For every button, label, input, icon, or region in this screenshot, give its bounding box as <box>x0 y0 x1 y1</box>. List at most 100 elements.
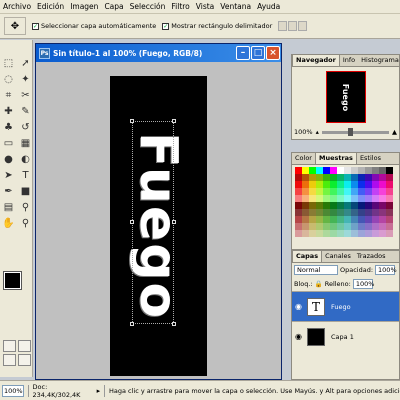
color-swatch[interactable] <box>351 209 358 216</box>
color-swatch[interactable] <box>323 223 330 230</box>
color-swatch[interactable] <box>365 216 372 223</box>
color-swatch[interactable] <box>358 188 365 195</box>
brush-tool-icon[interactable]: ✎ <box>18 104 33 119</box>
color-swatch[interactable] <box>344 167 351 174</box>
dodge-tool-icon[interactable]: ◐ <box>18 152 33 167</box>
color-swatch[interactable] <box>309 209 316 216</box>
color-swatch[interactable] <box>295 188 302 195</box>
color-swatch[interactable] <box>316 230 323 237</box>
color-swatch[interactable] <box>323 230 330 237</box>
color-swatch[interactable] <box>316 181 323 188</box>
color-swatch[interactable] <box>379 223 386 230</box>
auto-select-option[interactable]: ✓ Seleccionar capa automáticamente <box>32 22 156 30</box>
layer-row-capa-1[interactable]: ◉ Capa 1 <box>292 321 399 351</box>
tab-estilos[interactable]: Estilos <box>357 153 384 164</box>
align-top-icon[interactable] <box>278 21 288 31</box>
color-swatch[interactable] <box>302 216 309 223</box>
color-swatch[interactable] <box>330 195 337 202</box>
color-swatch[interactable] <box>330 202 337 209</box>
color-swatch[interactable] <box>302 209 309 216</box>
navigator-zoom-value[interactable]: 100% <box>294 128 313 136</box>
color-swatch[interactable] <box>351 202 358 209</box>
color-swatch[interactable] <box>316 174 323 181</box>
tab-color[interactable]: Color <box>292 153 315 164</box>
color-swatch[interactable] <box>295 174 302 181</box>
color-swatch[interactable] <box>372 174 379 181</box>
color-swatch[interactable] <box>302 188 309 195</box>
color-swatch[interactable] <box>309 202 316 209</box>
eye-icon[interactable]: ◉ <box>292 330 305 343</box>
color-swatch[interactable] <box>351 174 358 181</box>
move-tool-icon[interactable]: ➚ <box>18 56 33 71</box>
color-swatch[interactable] <box>372 195 379 202</box>
color-swatch[interactable] <box>386 181 393 188</box>
color-swatch[interactable] <box>302 167 309 174</box>
color-swatch[interactable] <box>309 174 316 181</box>
color-swatch[interactable] <box>295 167 302 174</box>
color-swatch[interactable] <box>323 188 330 195</box>
color-swatch[interactable] <box>302 223 309 230</box>
color-swatch[interactable] <box>295 209 302 216</box>
doc-info[interactable]: Doc: 234,4K/302,4K <box>33 383 93 399</box>
color-swatch[interactable] <box>323 174 330 181</box>
color-swatch[interactable] <box>323 202 330 209</box>
color-swatch[interactable] <box>309 181 316 188</box>
swatch-grid[interactable] <box>292 165 399 239</box>
zoom-in-icon[interactable]: ▲ <box>392 128 397 136</box>
tab-capas[interactable]: Capas <box>292 250 323 262</box>
navigator-preview[interactable]: Fuego <box>325 71 366 123</box>
screen-mode-1-icon[interactable] <box>3 354 16 366</box>
healing-brush-icon[interactable]: ✚ <box>1 104 16 119</box>
color-swatch[interactable] <box>379 195 386 202</box>
color-swatch[interactable] <box>316 167 323 174</box>
color-swatch[interactable] <box>379 202 386 209</box>
color-swatch[interactable] <box>365 174 372 181</box>
color-swatch[interactable] <box>372 181 379 188</box>
standard-mode-icon[interactable] <box>3 340 16 352</box>
color-swatch[interactable] <box>386 209 393 216</box>
color-swatch[interactable] <box>372 167 379 174</box>
align-middle-icon[interactable] <box>288 21 298 31</box>
color-swatch[interactable] <box>323 181 330 188</box>
tab-navegador[interactable]: Navegador <box>292 54 340 66</box>
eye-icon[interactable]: ◉ <box>292 300 305 313</box>
color-swatch[interactable] <box>337 230 344 237</box>
color-swatch[interactable] <box>365 195 372 202</box>
color-swatch[interactable] <box>372 216 379 223</box>
color-swatch[interactable] <box>330 216 337 223</box>
transform-handle[interactable] <box>172 119 176 123</box>
fill-field[interactable]: 100% <box>352 279 374 289</box>
transform-handle[interactable] <box>130 119 134 123</box>
screen-mode-2-icon[interactable] <box>18 354 31 366</box>
color-swatch[interactable] <box>351 223 358 230</box>
color-swatch[interactable] <box>351 195 358 202</box>
opacity-field[interactable]: 100% <box>375 265 397 275</box>
transform-handle[interactable] <box>172 220 176 224</box>
color-swatches[interactable] <box>3 271 30 299</box>
color-swatch[interactable] <box>351 216 358 223</box>
color-swatch[interactable] <box>330 223 337 230</box>
crop-tool-icon[interactable]: ⌗ <box>1 88 16 103</box>
canvas[interactable]: Fuego <box>110 76 207 376</box>
tab-muestras[interactable]: Muestras <box>314 152 357 164</box>
color-swatch[interactable] <box>323 216 330 223</box>
color-swatch[interactable] <box>358 181 365 188</box>
eraser-tool-icon[interactable]: ▭ <box>1 136 16 151</box>
move-tool-icon[interactable]: ✥ <box>4 17 26 35</box>
color-swatch[interactable] <box>316 209 323 216</box>
canvas-area[interactable]: Fuego <box>36 62 281 379</box>
color-swatch[interactable] <box>323 209 330 216</box>
color-swatch[interactable] <box>330 188 337 195</box>
color-swatch[interactable] <box>379 209 386 216</box>
color-swatch[interactable] <box>372 223 379 230</box>
color-swatch[interactable] <box>295 195 302 202</box>
layer-name[interactable]: Capa 1 <box>331 333 354 341</box>
color-swatch[interactable] <box>358 202 365 209</box>
color-swatch[interactable] <box>358 209 365 216</box>
color-swatch[interactable] <box>337 188 344 195</box>
color-swatch[interactable] <box>337 174 344 181</box>
color-swatch[interactable] <box>379 167 386 174</box>
quick-mask-icon[interactable] <box>18 340 31 352</box>
menu-filtro[interactable]: Filtro <box>168 2 192 11</box>
history-brush-icon[interactable]: ↺ <box>18 120 33 135</box>
